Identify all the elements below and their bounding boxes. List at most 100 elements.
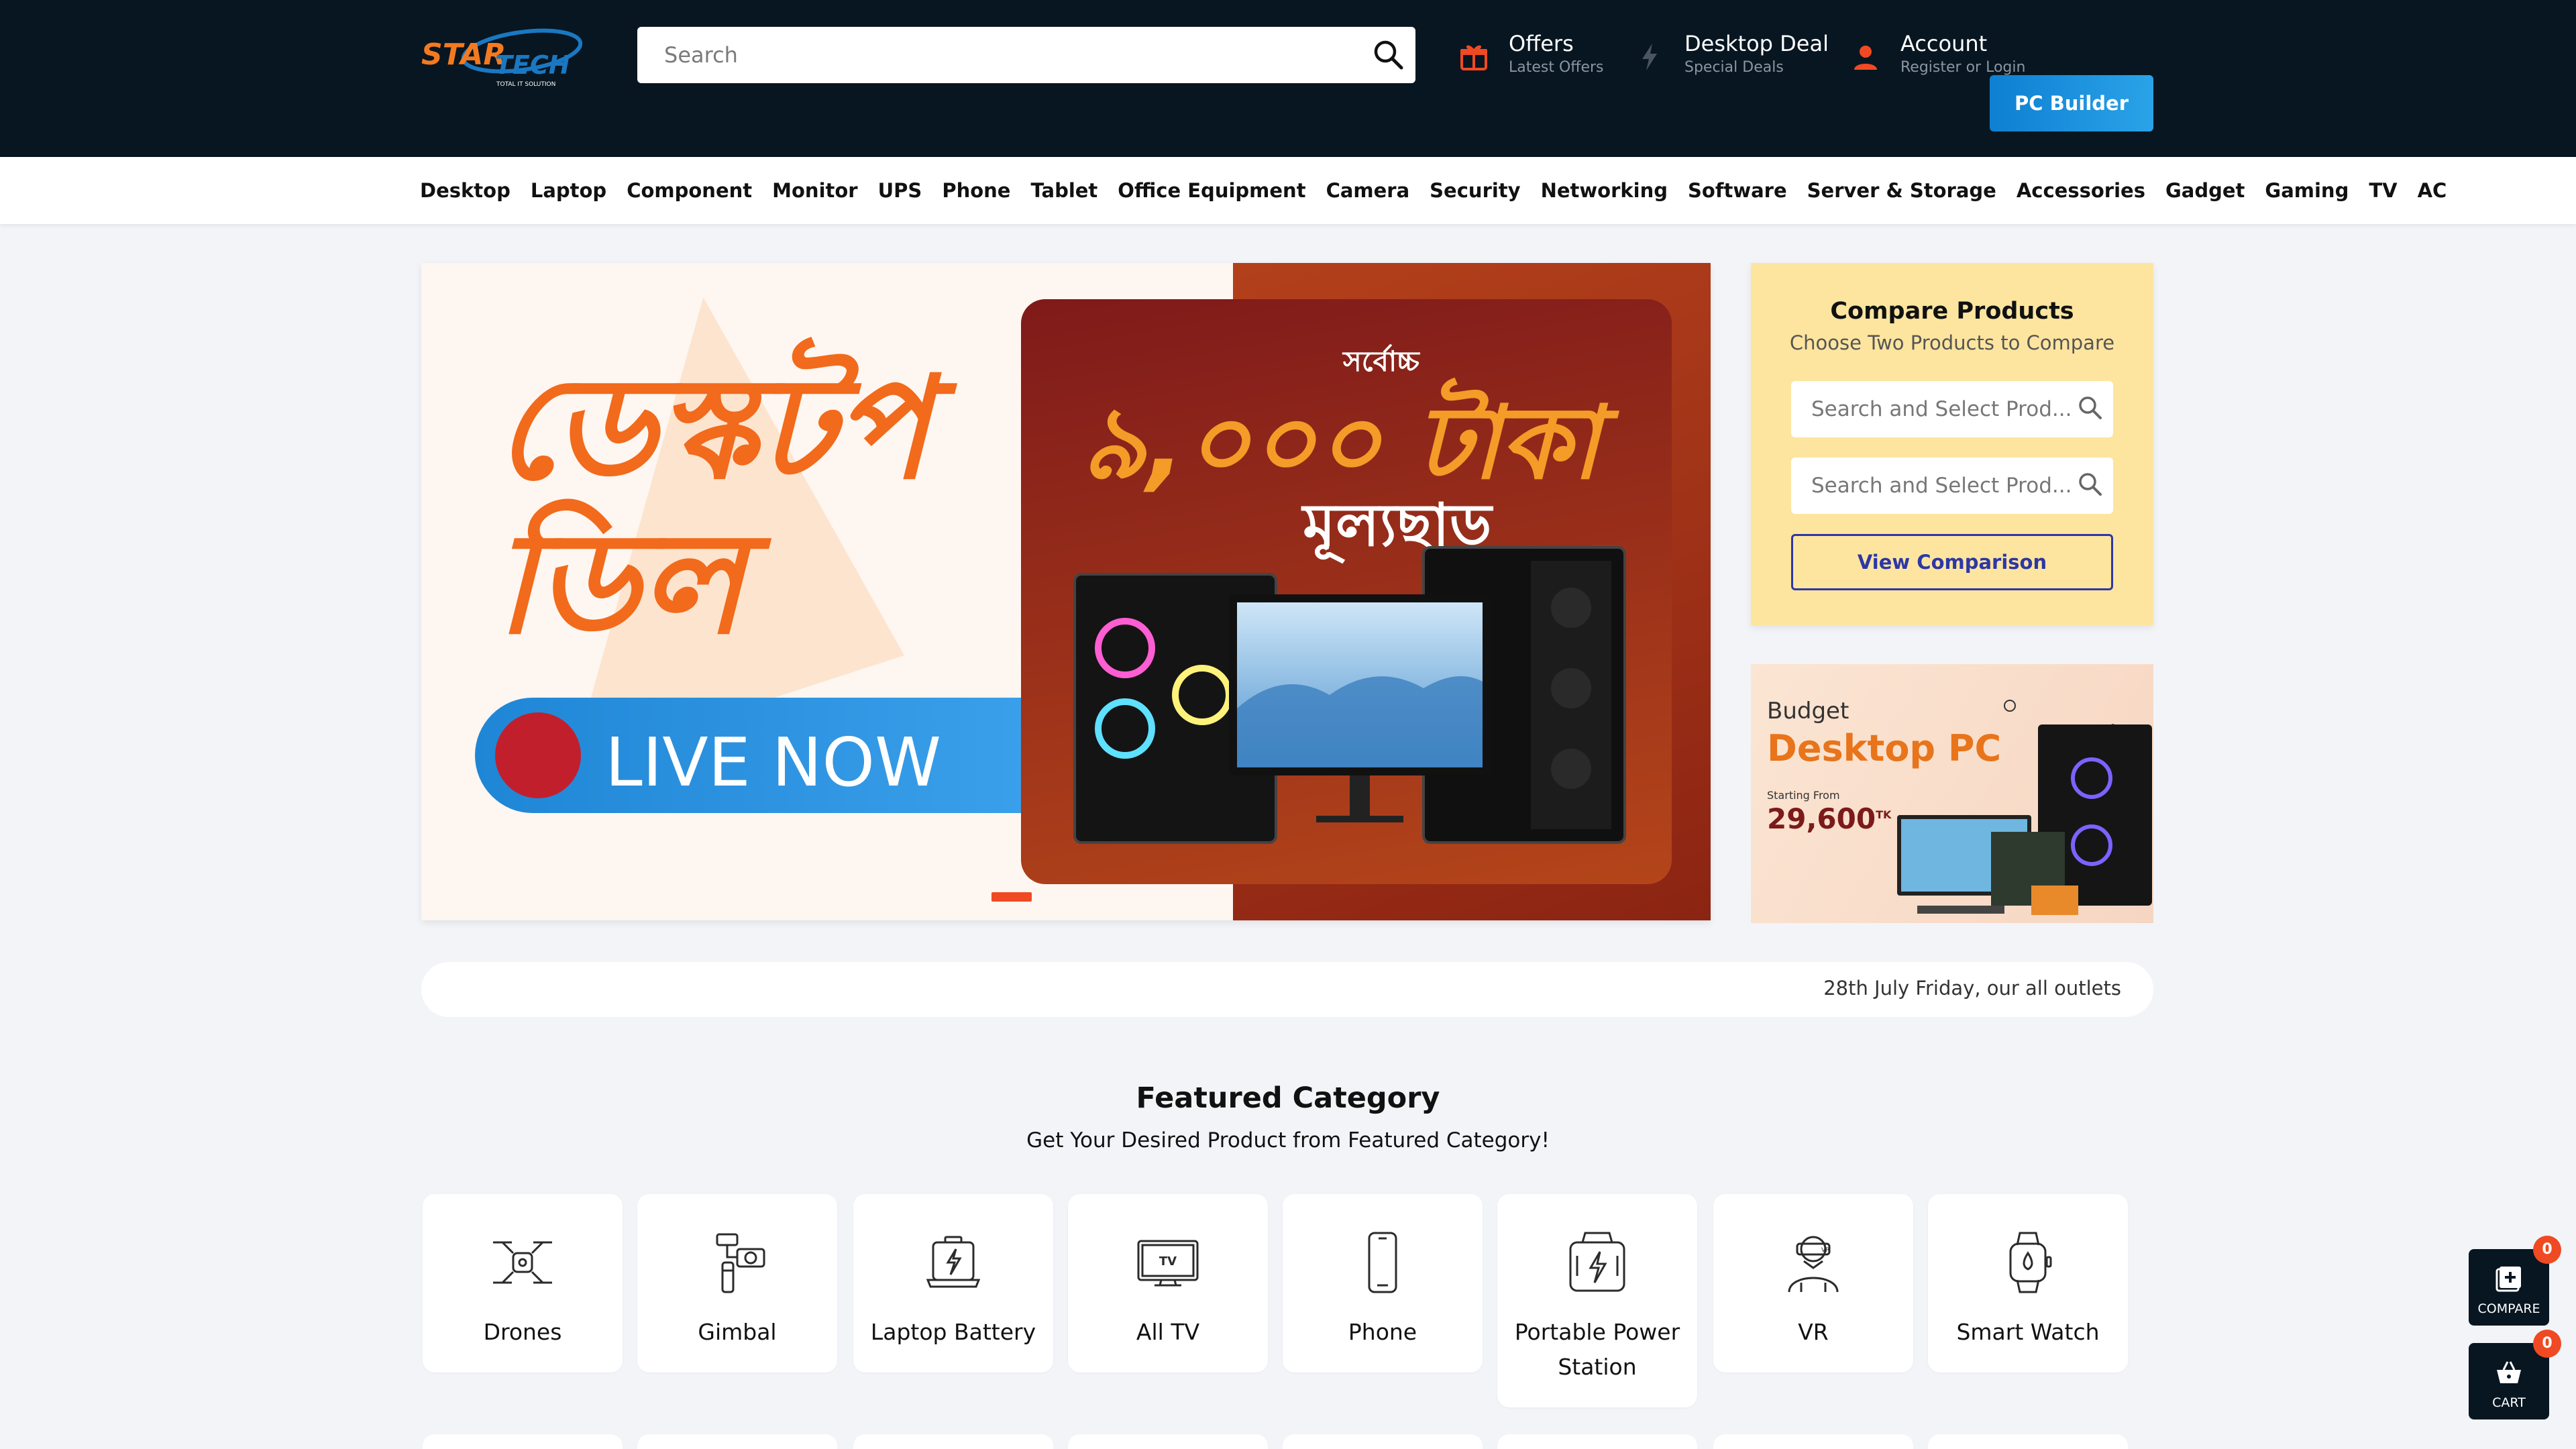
notice-text: 28th July Friday, our all outlets [1823, 977, 2121, 1000]
nav-item-phone[interactable]: Phone [942, 179, 1010, 202]
smart-watch-icon [2009, 1232, 2052, 1293]
category-card-row2[interactable] [853, 1434, 1053, 1449]
nav-item-ups[interactable]: UPS [878, 179, 922, 202]
gimbal-icon [716, 1233, 765, 1293]
nav-item-networking[interactable]: Networking [1541, 179, 1668, 202]
nav-item-tablet[interactable]: Tablet [1030, 179, 1097, 202]
live-now-label: LIVE NOW [605, 723, 941, 802]
nav-item-software[interactable]: Software [1688, 179, 1787, 202]
category-nav: Desktop Laptop Component Monitor UPS Phone Tab… [0, 157, 2576, 224]
search-bar [637, 27, 1415, 83]
category-card-vr[interactable]: VR VR [1713, 1194, 1913, 1373]
nav-item-component[interactable]: Component [627, 179, 752, 202]
search-icon[interactable] [1371, 38, 1406, 72]
svg-text:VR: VR [1821, 1247, 1829, 1254]
nav-item-gaming[interactable]: Gaming [2265, 179, 2349, 202]
star-tech-logo[interactable]: STAR TECH TOTAL IT SOLUTION [421, 19, 582, 93]
slider-indicator[interactable] [991, 892, 1032, 902]
category-label: Phone [1348, 1319, 1417, 1345]
compare-input-2[interactable] [1791, 458, 2073, 514]
nav-item-gadget[interactable]: Gadget [2165, 179, 2245, 202]
compare-product-1 [1791, 381, 2113, 437]
search-input[interactable] [637, 27, 1348, 83]
nav-item-tv[interactable]: TV [2369, 179, 2397, 202]
nav-item-monitor[interactable]: Monitor [772, 179, 857, 202]
compare-float-button[interactable]: COMPARE [2469, 1249, 2549, 1326]
cart-float-label: CART [2492, 1395, 2526, 1410]
pc-builder-button[interactable]: PC Builder [1990, 75, 2153, 131]
nav-item-office-equipment[interactable]: Office Equipment [1118, 179, 1305, 202]
category-card-row2[interactable] [1928, 1434, 2128, 1449]
hero-offer-card: সর্বোচ্চ ৯,০০০ টাকা মূল্যছাড় [1021, 299, 1672, 884]
nav-item-laptop[interactable]: Laptop [531, 179, 606, 202]
compare-icon [2496, 1267, 2521, 1292]
lightning-icon [1642, 44, 1657, 70]
power-station-icon [1569, 1232, 1625, 1292]
budget-starting-label: Starting From [1767, 789, 1840, 802]
category-label: Drones [483, 1319, 562, 1345]
hero-title: ডেস্কটপ ডিল [495, 345, 930, 665]
live-dot-icon [495, 712, 581, 798]
cart-float-button[interactable]: CART [2469, 1343, 2549, 1419]
hero-slider[interactable]: ডেস্কটপ ডিল LIVE NOW সর্বোচ্চ ৯,০০০ টাকা… [421, 263, 1711, 920]
nav-item-camera[interactable]: Camera [1326, 179, 1410, 202]
tv-icon: TV [1137, 1240, 1199, 1287]
category-card-laptop-battery[interactable]: Laptop Battery [853, 1194, 1053, 1373]
search-icon[interactable] [2077, 394, 2104, 421]
nav-item-desktop[interactable]: Desktop [420, 179, 511, 202]
featured-title: Featured Category [1136, 1081, 1440, 1115]
vr-icon: VR [1788, 1236, 1839, 1293]
category-card-row2[interactable] [1713, 1434, 1913, 1449]
user-icon [1854, 46, 1877, 70]
category-card-smart-watch[interactable]: Smart Watch [1928, 1194, 2128, 1373]
category-card-row2[interactable] [637, 1434, 837, 1449]
category-label: Laptop Battery [870, 1319, 1036, 1345]
nav-item-accessories[interactable]: Accessories [2017, 179, 2145, 202]
phone-icon [1368, 1232, 1397, 1293]
svg-text:TV: TV [1159, 1254, 1177, 1269]
desktop-deal-title: Desktop Deal [1684, 31, 1829, 56]
cart-count-badge: 0 [2533, 1330, 2561, 1358]
svg-text:STAR: STAR [421, 38, 506, 72]
budget-desktop-banner[interactable]: Budget Desktop PC Starting From 29,600TK [1751, 664, 2153, 923]
desktop-pc-image [1073, 546, 1626, 844]
compare-title: Compare Products [1830, 298, 2074, 325]
top-header: STAR TECH TOTAL IT SOLUTION Offers Lates… [0, 0, 2576, 157]
view-comparison-button[interactable]: View Comparison [1791, 534, 2113, 590]
desktop-deal-link[interactable]: Desktop Deal Special Deals [1634, 30, 1835, 83]
category-card-drones[interactable]: Drones [423, 1194, 623, 1373]
compare-product-2 [1791, 458, 2113, 514]
category-label: VR [1798, 1319, 1829, 1345]
category-label: All TV [1136, 1319, 1200, 1345]
budget-price-value: 29,600 [1767, 802, 1876, 835]
offers-link[interactable]: Offers Latest Offers [1458, 30, 1619, 83]
gift-icon [1460, 45, 1487, 70]
svg-text:TOTAL IT SOLUTION: TOTAL IT SOLUTION [496, 81, 555, 88]
category-card-row2[interactable] [1068, 1434, 1268, 1449]
budget-price: 29,600TK [1767, 802, 1891, 835]
laptop-battery-icon [926, 1236, 981, 1288]
compare-float-label: COMPARE [2477, 1301, 2540, 1316]
budget-pc-image [1897, 700, 2152, 915]
account-title: Account [1900, 31, 1988, 56]
category-label: Portable Power Station [1514, 1319, 1680, 1380]
nav-item-security[interactable]: Security [1430, 179, 1520, 202]
notice-ticker: 28th July Friday, our all outlets [421, 962, 2153, 1017]
category-card-row2[interactable] [423, 1434, 623, 1449]
category-card-all-tv[interactable]: TV All TV [1068, 1194, 1268, 1373]
nav-item-ac[interactable]: AC [2418, 179, 2447, 202]
search-icon[interactable] [2077, 471, 2104, 498]
desktop-deal-subtitle: Special Deals [1684, 59, 1784, 76]
category-card-gimbal[interactable]: Gimbal [637, 1194, 837, 1373]
compare-input-1[interactable] [1791, 381, 2073, 437]
category-card-row2[interactable] [1283, 1434, 1483, 1449]
budget-currency: TK [1876, 808, 1892, 821]
category-card-phone[interactable]: Phone [1283, 1194, 1483, 1373]
account-subtitle: Register or Login [1900, 59, 2026, 76]
svg-text:TECH: TECH [495, 50, 570, 80]
category-card-row2[interactable] [1497, 1434, 1697, 1449]
featured-subtitle: Get Your Desired Product from Featured C… [1026, 1128, 1550, 1152]
category-label: Smart Watch [1956, 1319, 2100, 1345]
category-card-portable-power-station[interactable]: Portable Power Station [1497, 1194, 1697, 1407]
nav-item-server-storage[interactable]: Server & Storage [1807, 179, 1996, 202]
